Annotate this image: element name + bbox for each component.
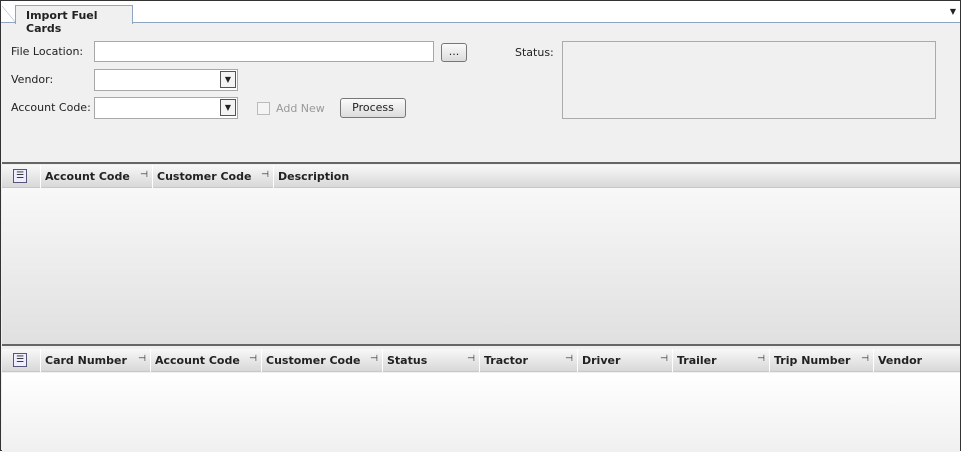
pin-icon[interactable]: ⊣ <box>861 354 869 364</box>
column-label: Description <box>278 170 350 183</box>
browse-button[interactable]: ... <box>441 43 467 62</box>
column-label: Trip Number <box>774 354 851 367</box>
status-label: Status: <box>515 46 554 59</box>
column-header-customer-code[interactable]: Customer Code ⊣ <box>152 165 273 188</box>
column-label: Customer Code <box>157 170 252 183</box>
column-header-vendor[interactable]: Vendor <box>873 349 960 372</box>
pin-icon[interactable]: ⊣ <box>467 354 475 364</box>
file-location-label: File Location: <box>11 45 84 58</box>
pin-icon[interactable]: ⊣ <box>249 354 257 364</box>
tab-import-fuel-cards[interactable]: Import Fuel Cards <box>15 5 133 35</box>
column-header-account-code[interactable]: Account Code ⊣ <box>40 165 152 188</box>
pin-icon[interactable]: ⊣ <box>140 170 148 180</box>
column-label: Driver <box>582 354 621 367</box>
column-header-trailer[interactable]: Trailer ⊣ <box>672 349 769 372</box>
add-new-checkbox[interactable] <box>257 102 270 115</box>
column-header-status[interactable]: Status ⊣ <box>382 349 479 372</box>
column-header-driver[interactable]: Driver ⊣ <box>577 349 672 372</box>
pin-icon[interactable]: ⊣ <box>757 354 765 364</box>
column-header-description[interactable]: Description <box>273 165 960 188</box>
file-location-input[interactable] <box>94 41 434 62</box>
grid-header: ☰ Account Code ⊣ Customer Code ⊣ Descripti… <box>2 165 960 188</box>
dropdown-arrow-icon[interactable]: ▼ <box>220 71 236 88</box>
column-label: Trailer <box>677 354 717 367</box>
column-label: Customer Code <box>266 354 361 367</box>
vendor-label: Vendor: <box>11 73 54 86</box>
fuel-cards-grid: ☰ Card Number ⊣ Account Code ⊣ Customer Co… <box>2 344 960 452</box>
column-header-tractor[interactable]: Tractor ⊣ <box>479 349 577 372</box>
grid-body[interactable] <box>2 373 960 452</box>
column-chooser-icon[interactable]: ☰ <box>13 353 27 367</box>
process-button[interactable]: Process <box>340 98 406 118</box>
column-label: Account Code <box>155 354 240 367</box>
account-code-grid: ☰ Account Code ⊣ Customer Code ⊣ Descripti… <box>2 162 960 344</box>
chevron-down-icon[interactable]: ▼ <box>950 7 956 16</box>
column-label: Account Code <box>45 170 130 183</box>
status-box <box>562 41 936 119</box>
add-new-label: Add New <box>276 102 325 115</box>
pin-icon[interactable]: ⊣ <box>660 354 668 364</box>
pin-icon[interactable]: ⊣ <box>370 354 378 364</box>
pin-icon[interactable]: ⊣ <box>138 354 146 364</box>
import-fuel-cards-window: Import Fuel Cards ▼ File Location: ... V… <box>0 0 961 452</box>
column-chooser-icon[interactable]: ☰ <box>13 169 27 183</box>
column-header-card-number[interactable]: Card Number ⊣ <box>40 349 150 372</box>
dropdown-arrow-icon[interactable]: ▼ <box>220 99 236 116</box>
column-label: Status <box>387 354 428 367</box>
column-label: Tractor <box>484 354 528 367</box>
column-label: Card Number <box>45 354 127 367</box>
column-header-customer-code[interactable]: Customer Code ⊣ <box>261 349 382 372</box>
column-header-trip-number[interactable]: Trip Number ⊣ <box>769 349 873 372</box>
column-label: Vendor <box>878 354 923 367</box>
tab-strip: Import Fuel Cards ▼ <box>1 1 960 35</box>
account-code-combobox[interactable]: ▼ <box>94 97 238 119</box>
grid-header: ☰ Card Number ⊣ Account Code ⊣ Customer Co… <box>2 349 960 372</box>
column-header-account-code[interactable]: Account Code ⊣ <box>150 349 261 372</box>
pin-icon[interactable]: ⊣ <box>261 170 269 180</box>
pin-icon[interactable]: ⊣ <box>565 354 573 364</box>
account-code-label: Account Code: <box>11 101 91 114</box>
tab-edge <box>2 5 16 23</box>
vendor-combobox[interactable]: ▼ <box>94 69 238 91</box>
grid-body[interactable] <box>2 188 960 344</box>
